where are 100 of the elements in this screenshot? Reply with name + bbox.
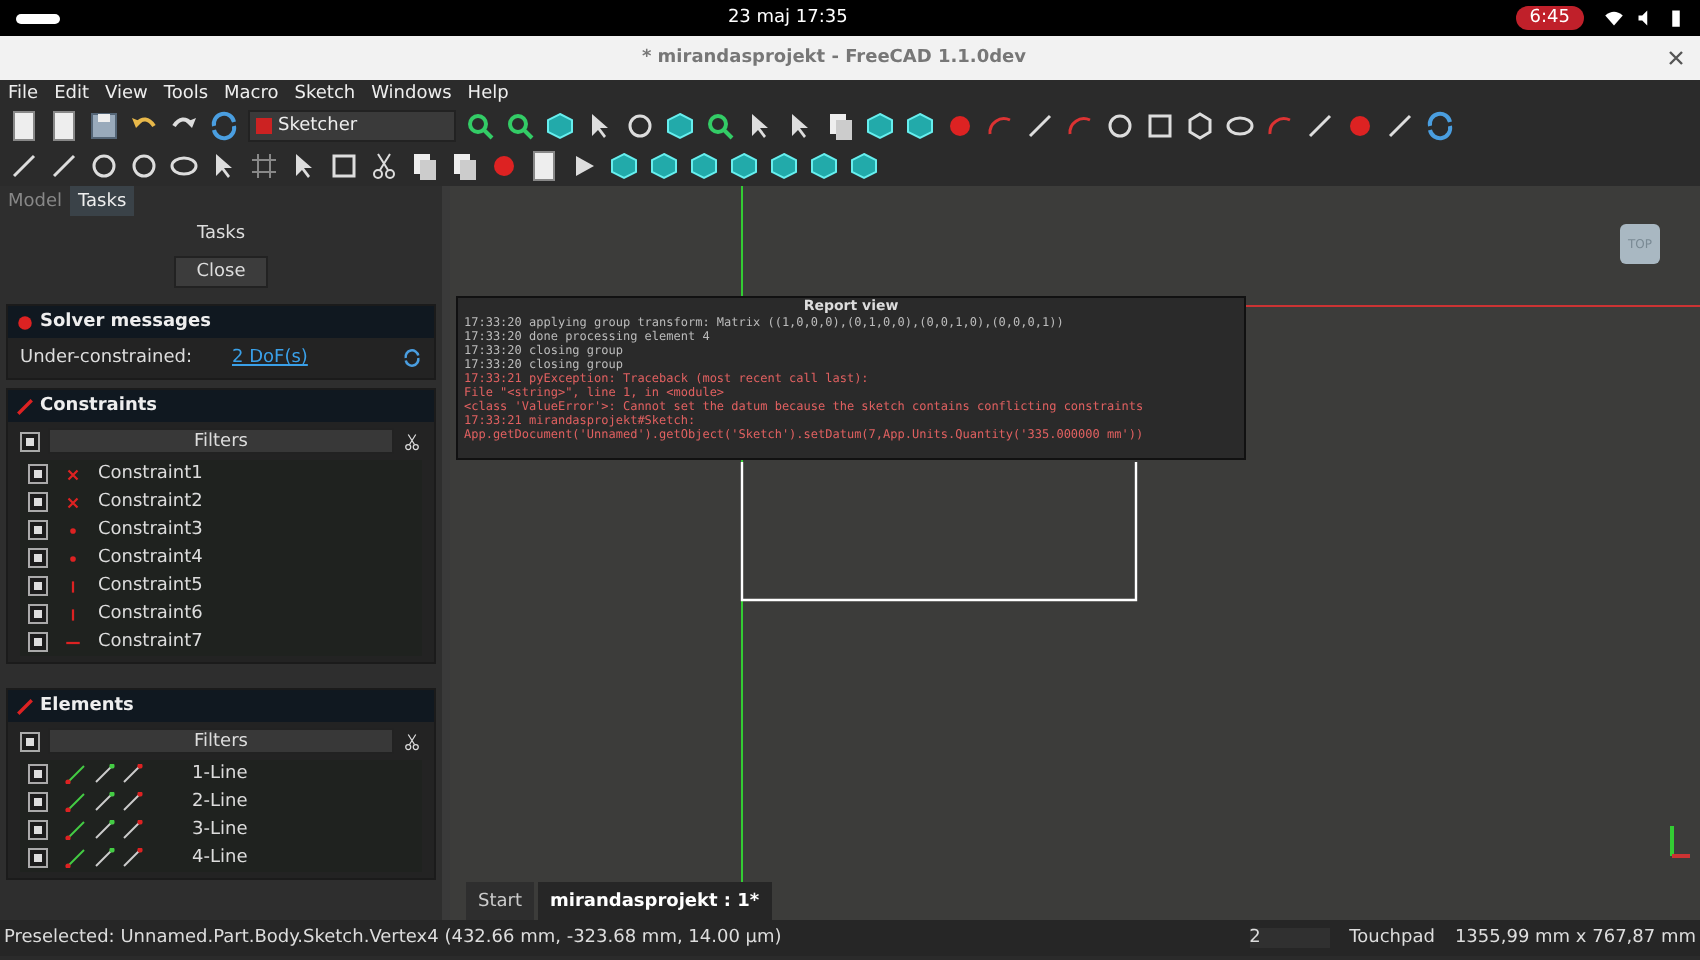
cube-icon[interactable]	[904, 110, 936, 142]
workbench-dropdown[interactable]: Sketcher	[248, 110, 456, 142]
status-message: Preselected: Unnamed.Part.Body.Sketch.Vertex4 (432.66 mm, -323.68 mm, 14.00 µm)	[4, 928, 784, 948]
checkbox[interactable]	[28, 604, 48, 624]
line-segments-icon	[64, 848, 148, 868]
element-item[interactable]: 3-Line	[192, 820, 248, 840]
cube-icon[interactable]	[688, 150, 720, 182]
zoom-icon[interactable]	[504, 110, 536, 142]
element-item[interactable]: 4-Line	[192, 848, 248, 868]
menu-item[interactable]: Macro	[224, 83, 279, 103]
refresh-icon[interactable]	[1424, 110, 1456, 142]
line-segments-icon	[64, 764, 148, 784]
element-item[interactable]: 1-Line	[192, 764, 248, 784]
menu-item[interactable]: Windows	[371, 83, 452, 103]
scissors-icon[interactable]	[368, 150, 400, 182]
menu-item[interactable]: Tools	[163, 83, 209, 103]
circle-icon[interactable]	[624, 110, 656, 142]
cube-icon[interactable]	[848, 150, 880, 182]
panel-tab[interactable]: Model	[0, 186, 71, 216]
scissors-icon[interactable]	[402, 431, 422, 451]
copy-icon[interactable]	[408, 150, 440, 182]
constraint-item[interactable]: Constraint2	[98, 492, 203, 512]
select-all-checkbox[interactable]	[20, 731, 40, 751]
filters-dropdown[interactable]: Filters	[48, 728, 394, 754]
save-icon[interactable]	[88, 110, 120, 142]
circle-icon[interactable]	[1104, 110, 1136, 142]
cube-icon[interactable]	[768, 150, 800, 182]
menu-item[interactable]: File	[8, 83, 39, 103]
panel-tab[interactable]: Tasks	[70, 186, 135, 216]
checkbox[interactable]	[28, 632, 48, 652]
wifi-icon[interactable]	[1604, 8, 1624, 28]
coincident-constraint-icon	[64, 465, 82, 483]
refresh-icon[interactable]	[208, 110, 240, 142]
constraint-item[interactable]: Constraint1	[98, 464, 203, 484]
hexagon-icon[interactable]	[1184, 110, 1216, 142]
line-icon[interactable]	[1024, 110, 1056, 142]
cube-icon[interactable]	[608, 150, 640, 182]
tasks-title: Tasks	[194, 222, 248, 248]
constraint-item[interactable]: Constraint4	[98, 548, 203, 568]
filters-dropdown[interactable]: Filters	[48, 428, 394, 454]
line-icon[interactable]	[1304, 110, 1336, 142]
line-icon[interactable]	[1384, 110, 1416, 142]
copy-icon[interactable]	[448, 150, 480, 182]
cube-icon[interactable]	[728, 150, 760, 182]
constraint-item[interactable]: Constraint3	[98, 520, 203, 540]
checkbox[interactable]	[28, 492, 48, 512]
line-icon[interactable]	[48, 150, 80, 182]
pencil-icon	[16, 397, 34, 415]
menu-item[interactable]: Help	[467, 83, 509, 103]
menu-item[interactable]: Edit	[54, 83, 89, 103]
window-title: * mirandasprojekt - FreeCAD 1.1.0dev	[639, 48, 1029, 68]
zoom-icon[interactable]	[704, 110, 736, 142]
cube-icon[interactable]	[808, 150, 840, 182]
line-icon[interactable]	[8, 150, 40, 182]
document-icon[interactable]	[528, 150, 560, 182]
zoom-icon[interactable]	[464, 110, 496, 142]
checkbox[interactable]	[28, 548, 48, 568]
circle-icon[interactable]	[128, 150, 160, 182]
menu-item[interactable]: Sketch	[294, 83, 356, 103]
checkbox[interactable]	[28, 848, 48, 868]
square-icon[interactable]	[328, 150, 360, 182]
constraint-item[interactable]: Constraint5	[98, 576, 203, 596]
clock[interactable]: 23 maj 17:35	[60, 8, 1516, 28]
battery-icon[interactable]	[1668, 8, 1684, 28]
circle-icon[interactable]	[88, 150, 120, 182]
dimensions-label: 1355,99 mm x 767,87 mm	[1454, 928, 1696, 948]
checkbox[interactable]	[28, 520, 48, 540]
refresh-icon[interactable]	[402, 348, 422, 368]
activities-indicator[interactable]	[16, 13, 60, 23]
status-label: Under-constrained:	[20, 348, 192, 368]
checkbox[interactable]	[28, 464, 48, 484]
close-icon[interactable]	[1668, 50, 1684, 66]
battery-pill[interactable]: 6:45	[1515, 6, 1584, 30]
document-tab[interactable]: mirandasprojekt : 1*	[538, 882, 772, 920]
cube-icon[interactable]	[864, 110, 896, 142]
dof-link[interactable]: 2 DoF(s)	[232, 348, 362, 368]
coincident-constraint-icon	[64, 493, 82, 511]
cube-icon[interactable]	[664, 110, 696, 142]
document-tab[interactable]: Start	[466, 882, 534, 920]
scissors-icon[interactable]	[402, 731, 422, 751]
grid-icon[interactable]	[248, 150, 280, 182]
select-all-checkbox[interactable]	[20, 431, 40, 451]
close-button[interactable]: Close	[174, 256, 268, 288]
checkbox[interactable]	[28, 792, 48, 812]
element-item[interactable]: 2-Line	[192, 792, 248, 812]
cube-icon[interactable]	[648, 150, 680, 182]
square-icon[interactable]	[1144, 110, 1176, 142]
navigation-style-dropdown[interactable]: Touchpad	[1349, 928, 1435, 948]
checkbox[interactable]	[28, 764, 48, 784]
pencil-icon	[16, 697, 34, 715]
copy-icon[interactable]	[824, 110, 856, 142]
count-dropdown[interactable]: 2	[1249, 928, 1330, 948]
constraint-item[interactable]: Constraint6	[98, 604, 203, 624]
cube-icon[interactable]	[544, 110, 576, 142]
checkbox[interactable]	[28, 576, 48, 596]
menu-item[interactable]: View	[105, 83, 148, 103]
document-icon[interactable]	[48, 110, 80, 142]
document-icon[interactable]	[8, 110, 40, 142]
constraint-item[interactable]: Constraint7	[98, 632, 203, 652]
checkbox[interactable]	[28, 820, 48, 840]
